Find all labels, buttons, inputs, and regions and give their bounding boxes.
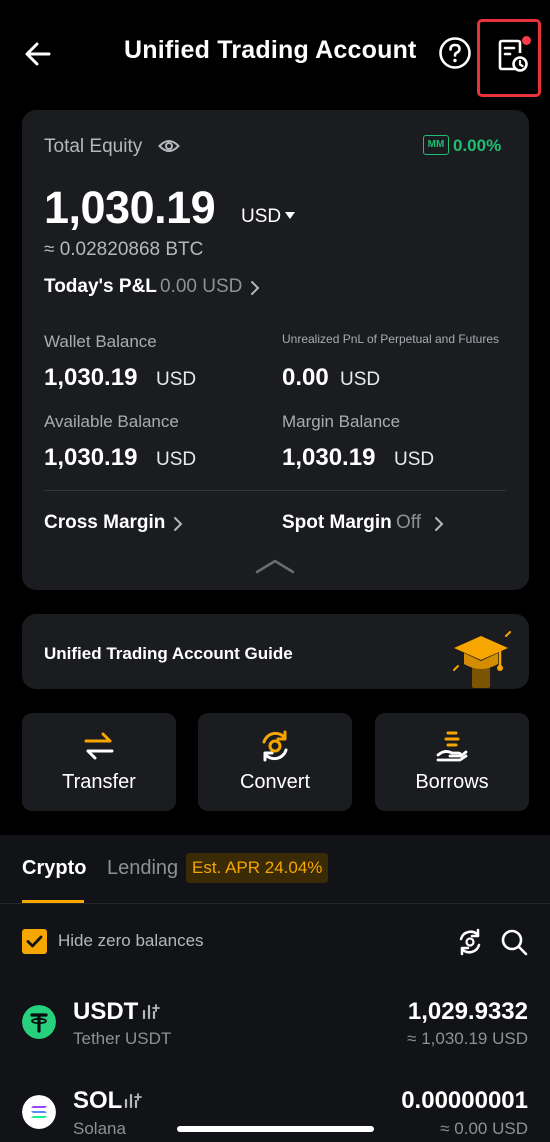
convert-button[interactable]: Convert	[198, 713, 352, 811]
margin-balance-value: 1,030.19	[282, 444, 376, 471]
apr-badge[interactable]: Est. APR 24.04%	[186, 853, 329, 883]
graduation-cap-icon	[453, 631, 511, 688]
chevron-right-icon[interactable]	[433, 516, 445, 532]
available-balance-unit: USD	[156, 449, 197, 470]
convert-icon	[262, 730, 288, 762]
checkmark-icon	[26, 935, 43, 948]
asset-usd-value: ≈ 0.00 USD	[440, 1119, 528, 1138]
notification-dot	[522, 36, 531, 45]
borrows-button[interactable]: Borrows	[375, 713, 529, 811]
sol-logo-icon	[22, 1095, 56, 1129]
history-highlight	[477, 19, 541, 97]
equity-card: Total Equity MM 0.00% 1,030.19 USD ≈ 0.0…	[22, 110, 529, 590]
tab-lending[interactable]: Lending	[107, 857, 178, 880]
wallet-balance-label: Wallet Balance	[44, 332, 157, 351]
eye-icon[interactable]	[158, 136, 180, 156]
cross-margin-link[interactable]: Cross Margin	[44, 512, 165, 534]
back-arrow-icon[interactable]	[22, 38, 54, 70]
asset-symbol: SOL	[73, 1087, 123, 1114]
available-balance-label: Available Balance	[44, 412, 179, 431]
chevron-right-icon[interactable]	[172, 516, 184, 532]
borrows-icon	[436, 731, 468, 762]
guide-banner[interactable]: Unified Trading Account Guide	[22, 614, 529, 689]
available-balance-value: 1,030.19	[44, 444, 138, 471]
help-icon[interactable]	[438, 36, 472, 70]
unrealized-pnl-value: 0.00	[282, 364, 329, 391]
hide-zero-checkbox[interactable]	[22, 929, 47, 954]
asset-usd-value: ≈ 1,030.19 USD	[407, 1029, 528, 1048]
assets-panel: Crypto Lending Est. APR 24.04% Hide zero…	[0, 835, 550, 1142]
asset-name: Solana	[73, 1119, 126, 1138]
caret-down-icon[interactable]	[285, 212, 295, 220]
spot-margin-state[interactable]: Off	[396, 512, 421, 534]
refresh-icon[interactable]	[456, 928, 484, 956]
total-equity-amount: 1,030.19	[44, 182, 216, 233]
wallet-balance-unit: USD	[156, 369, 197, 390]
usdt-logo-icon	[22, 1005, 56, 1039]
chevron-up-icon[interactable]	[255, 558, 295, 574]
chart-icon[interactable]	[124, 1091, 142, 1109]
asset-name: Tether USDT	[73, 1029, 172, 1048]
margin-balance-unit: USD	[394, 449, 435, 470]
wallet-balance-value: 1,030.19	[44, 364, 138, 391]
hide-zero-label[interactable]: Hide zero balances	[58, 931, 204, 951]
header: Unified Trading Account	[0, 0, 550, 105]
borrows-label: Borrows	[415, 771, 489, 793]
transfer-icon	[84, 732, 114, 760]
chevron-right-icon[interactable]	[249, 280, 261, 296]
spot-margin-link[interactable]: Spot Margin	[282, 512, 392, 534]
home-indicator	[177, 1126, 374, 1132]
page-title: Unified Trading Account	[124, 36, 417, 64]
unrealized-pnl-label: Unrealized PnL of Perpetual and Futures	[282, 332, 500, 346]
mm-ratio-value: 0.00%	[453, 136, 502, 155]
currency-selector[interactable]: USD	[241, 206, 281, 228]
margin-balance-label: Margin Balance	[282, 412, 401, 431]
transfer-button[interactable]: Transfer	[22, 713, 176, 811]
tab-crypto[interactable]: Crypto	[22, 857, 86, 880]
todays-pnl-value[interactable]: 0.00 USD	[160, 276, 242, 298]
asset-amount: 1,029.9332	[407, 998, 528, 1025]
todays-pnl-label[interactable]: Today's P&L	[44, 276, 157, 298]
divider	[0, 903, 550, 904]
total-equity-label: Total Equity	[44, 136, 143, 157]
divider	[44, 490, 506, 491]
chart-icon[interactable]	[142, 1002, 160, 1020]
unrealized-pnl-unit: USD	[340, 369, 381, 390]
asset-symbol: USDT	[73, 998, 139, 1025]
mm-badge: MM	[423, 135, 449, 155]
guide-title: Unified Trading Account Guide	[44, 644, 293, 663]
search-icon[interactable]	[500, 928, 528, 956]
transfer-label: Transfer	[62, 771, 136, 793]
asset-amount: 0.00000001	[401, 1087, 528, 1114]
convert-label: Convert	[239, 771, 311, 793]
btc-equivalent: ≈ 0.02820868 BTC	[44, 239, 204, 260]
